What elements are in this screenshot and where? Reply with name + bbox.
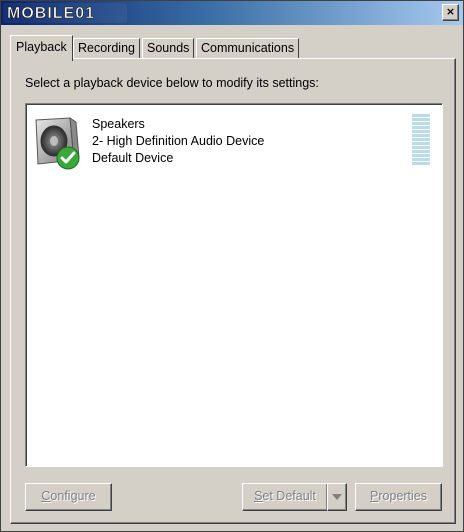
button-label: et Default <box>262 489 316 503</box>
list-item[interactable]: Speakers 2- High Definition Audio Device… <box>28 114 440 174</box>
set-default-dropdown-button[interactable] <box>327 483 347 511</box>
title-bar[interactable]: MOBILE01 × <box>1 1 463 25</box>
close-icon: × <box>445 5 456 18</box>
button-label: roperties <box>378 489 427 503</box>
instructions-text: Select a playback device below to modify… <box>25 76 319 90</box>
close-button[interactable]: × <box>442 4 459 21</box>
device-name: Speakers <box>92 117 145 131</box>
tab-communications[interactable]: Communications <box>196 38 300 59</box>
volume-level-meter <box>412 114 430 166</box>
device-description: 2- High Definition Audio Device <box>92 134 265 148</box>
tab-label: Sounds <box>147 41 190 55</box>
tab-recording[interactable]: Recording <box>73 38 140 59</box>
playback-device-list[interactable]: Speakers 2- High Definition Audio Device… <box>25 103 443 467</box>
tab-label: Communications <box>201 41 295 55</box>
tab-sounds[interactable]: Sounds <box>142 38 195 59</box>
svg-text:MOBILE01: MOBILE01 <box>7 5 95 22</box>
set-default-button[interactable]: Set Default <box>242 483 328 511</box>
configure-button[interactable]: Configure <box>25 483 112 511</box>
tab-playback[interactable]: Playback <box>10 35 73 61</box>
checkmark-icon <box>56 146 80 170</box>
properties-button[interactable]: Properties <box>355 483 442 511</box>
tab-label: Playback <box>16 40 67 54</box>
device-info: Speakers 2- High Definition Audio Device… <box>92 116 264 167</box>
button-label: onfigure <box>50 489 96 503</box>
device-status: Default Device <box>92 151 174 165</box>
tab-label: Recording <box>78 41 135 55</box>
mobile01-logo: MOBILE01 <box>3 3 127 23</box>
sound-dialog-window: MOBILE01 × Playback Recording Sounds Com… <box>0 0 464 532</box>
chevron-down-icon <box>332 494 342 500</box>
